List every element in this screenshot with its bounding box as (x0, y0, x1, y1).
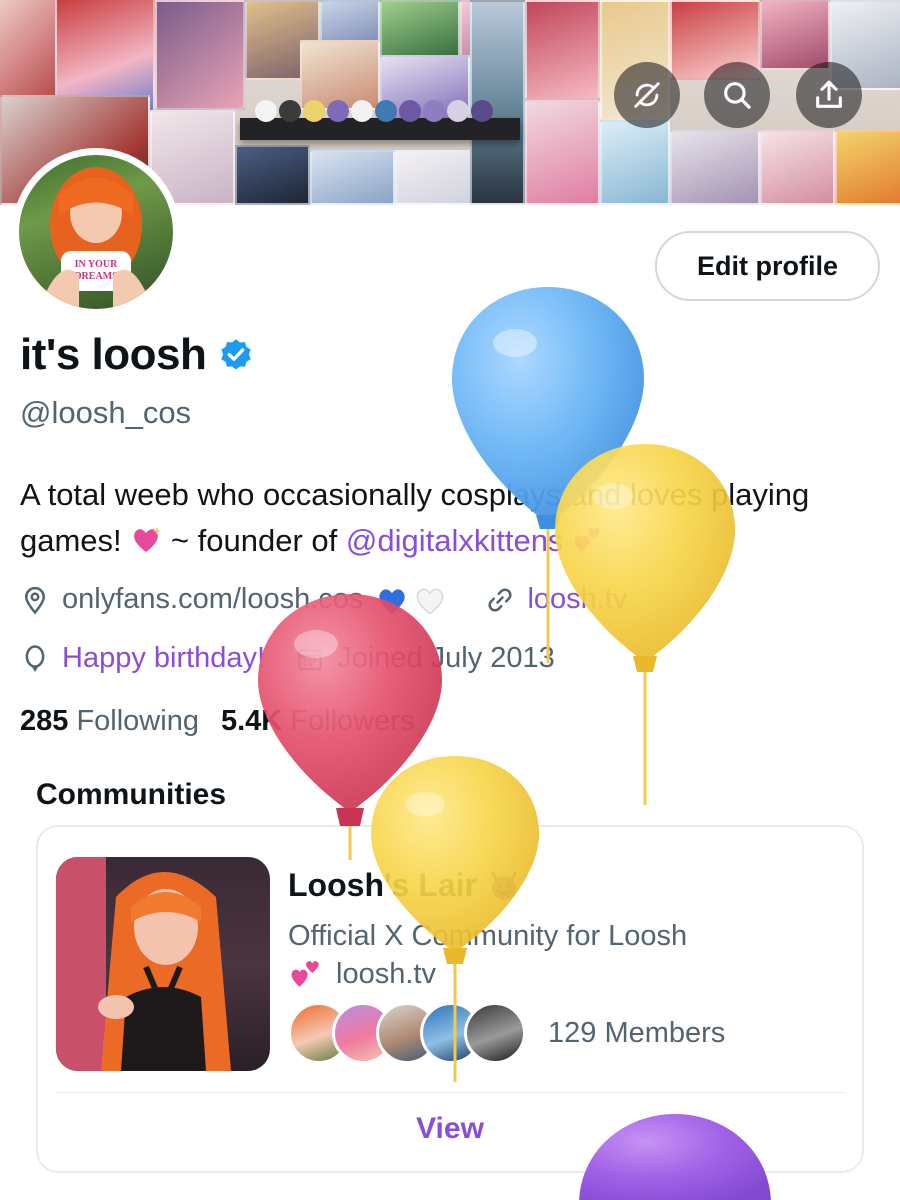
banner-poster (835, 130, 900, 205)
banner-poster (600, 120, 670, 205)
verified-badge-icon[interactable] (218, 337, 254, 373)
edit-profile-button[interactable]: Edit profile (655, 231, 880, 301)
share-icon (816, 80, 842, 108)
community-description-line1: Official X Community for Loosh (288, 920, 688, 952)
followers-count: 5.4K (220, 705, 283, 737)
profile-meta-row-1: onlyfans.com/loosh.cos loosh.tv (20, 583, 627, 616)
followers-link[interactable]: 5.4K Followers (221, 705, 414, 738)
bio-mention-link[interactable]: @digitalxkittens (346, 523, 564, 558)
banner-poster (760, 0, 830, 70)
banner-poster (155, 0, 245, 110)
community-name[interactable]: Loosh's Lair (288, 867, 477, 904)
community-description-line2-row: loosh.tv (288, 955, 808, 993)
bio-founder-text: ~ founder of (170, 523, 338, 558)
blue-heart-icon (379, 588, 406, 614)
community-description-line2: loosh.tv (336, 958, 436, 990)
link-icon (488, 587, 512, 612)
follow-stats: 285 Following 5.4K Followers (20, 705, 414, 738)
profile-website-link[interactable]: loosh.tv (527, 583, 627, 616)
view-community-button[interactable]: View (38, 1112, 862, 1146)
smiling-devil-icon (490, 870, 518, 900)
birthday-text[interactable]: Happy birthday! (62, 642, 265, 675)
profile-handle: @loosh_cos (20, 395, 192, 430)
svg-text:IN YOUR: IN YOUR (75, 259, 118, 270)
member-count: 129 Members (548, 1016, 726, 1049)
profile-bio: A total weeb who occasionally cosplays a… (20, 472, 880, 564)
joined-date: Joined July 2013 (337, 642, 555, 674)
banner-poster (380, 0, 460, 60)
following-count: 285 (20, 705, 69, 737)
two-hearts-icon (574, 527, 600, 552)
no-sync-button[interactable] (614, 62, 680, 128)
banner-poster (395, 150, 475, 205)
profile-meta-row-2: Happy birthday! Joined July 2013 (20, 642, 555, 675)
communities-heading: Communities (36, 778, 227, 811)
svg-text:DREAMS: DREAMS (74, 271, 118, 282)
banner-poster (525, 100, 600, 205)
member-avatar (464, 1002, 526, 1064)
following-label: Following (76, 705, 199, 737)
banner-plushes (255, 96, 495, 122)
no-sync-icon (634, 82, 660, 108)
banner-poster (670, 130, 760, 205)
share-button[interactable] (796, 62, 862, 128)
card-divider (56, 1092, 844, 1093)
profile-name-row: it's loosh (20, 330, 254, 380)
community-card[interactable]: Loosh's Lair Official X Community for Lo… (36, 825, 864, 1173)
community-description: Official X Community for Loosh loosh.tv (288, 917, 808, 993)
banner-poster (525, 0, 600, 100)
community-name-row[interactable]: Loosh's Lair (288, 867, 521, 904)
banner-poster (235, 145, 310, 205)
banner-poster (310, 150, 395, 205)
banner-poster (0, 0, 60, 100)
white-heart-icon (417, 588, 444, 615)
community-thumbnail (56, 857, 270, 1071)
avatar-photo: IN YOUR DREAMS (19, 155, 173, 309)
following-link[interactable]: 285 Following (20, 705, 199, 738)
location-pin-icon (24, 586, 46, 614)
sparkling-heart-icon (134, 527, 162, 552)
calendar-icon (298, 648, 322, 670)
search-icon (724, 82, 751, 109)
profile-avatar[interactable]: IN YOUR DREAMS (12, 148, 180, 316)
two-hearts-icon (291, 961, 319, 987)
banner-poster (760, 130, 835, 205)
community-members[interactable]: 129 Members (288, 1002, 725, 1064)
followers-label: Followers (290, 705, 415, 737)
profile-location: onlyfans.com/loosh.cos (62, 583, 364, 615)
search-button[interactable] (704, 62, 770, 128)
balloon-icon (25, 644, 45, 672)
display-name: it's loosh (20, 330, 207, 379)
